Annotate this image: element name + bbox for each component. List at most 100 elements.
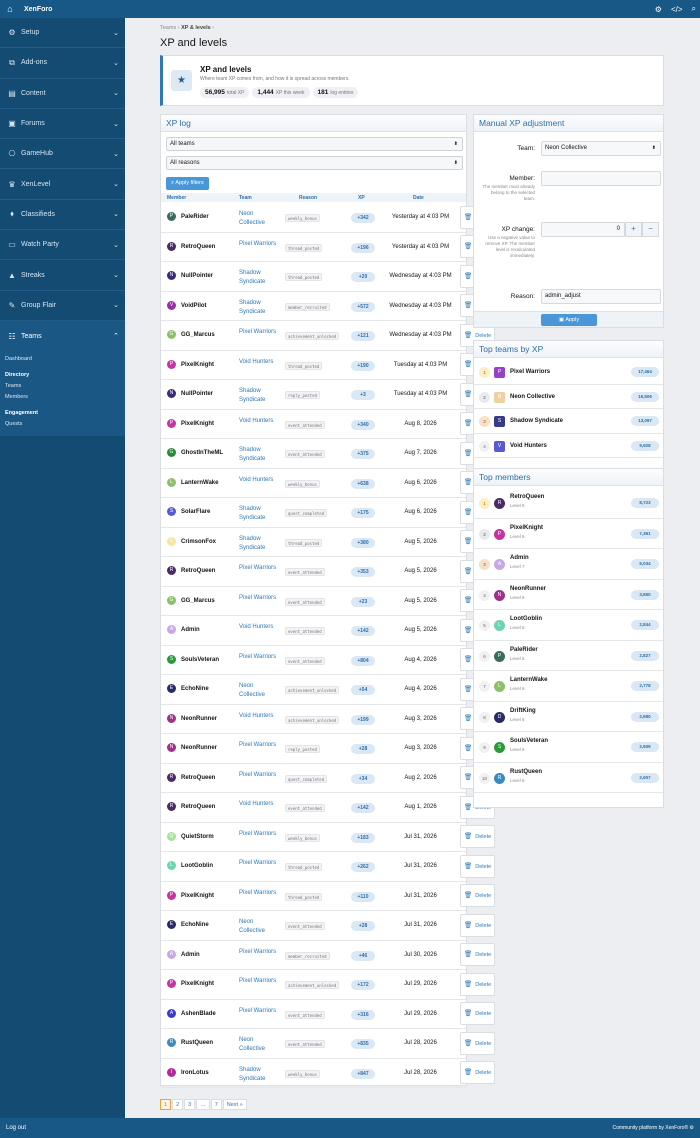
- avatar[interactable]: N: [494, 589, 505, 601]
- delete-button[interactable]: 🗑Delete: [460, 854, 495, 878]
- team-link[interactable]: Shadow Syndicate: [239, 269, 277, 287]
- avatar[interactable]: R: [167, 802, 176, 811]
- team-link[interactable]: Void Hunters: [239, 623, 277, 632]
- team-avatar[interactable]: S: [494, 416, 505, 427]
- avatar[interactable]: A: [167, 1008, 176, 1018]
- team-link[interactable]: Pixel Warriors: [239, 653, 277, 662]
- team-select[interactable]: Neon Collective ⬍: [541, 141, 661, 156]
- avatar[interactable]: V: [167, 300, 176, 310]
- avatar[interactable]: D: [494, 711, 505, 723]
- chevron-down-icon[interactable]: ⌄: [113, 29, 119, 37]
- xp-change-input[interactable]: 0: [541, 222, 625, 237]
- avatar[interactable]: C: [167, 536, 176, 546]
- breadcrumb-current[interactable]: XP & levels: [181, 25, 211, 31]
- breadcrumb-teams[interactable]: Teams: [160, 25, 176, 31]
- avatar[interactable]: G: [167, 330, 176, 339]
- chevron-down-icon[interactable]: ⌄: [113, 150, 119, 158]
- team-link[interactable]: Pixel Warriors: [239, 328, 277, 337]
- team-link[interactable]: Shadow Syndicate: [239, 1066, 277, 1084]
- avatar[interactable]: N: [167, 743, 176, 752]
- member-name[interactable]: VoidPilot: [181, 303, 207, 309]
- member-name[interactable]: RustQueen: [510, 769, 542, 775]
- team-filter-select[interactable]: All teams ⬍: [166, 137, 463, 151]
- delete-button[interactable]: 🗑Delete: [460, 972, 495, 996]
- delete-button[interactable]: 🗑Delete: [460, 825, 495, 848]
- avatar[interactable]: P: [167, 979, 176, 988]
- sidebar-link-members[interactable]: Members: [5, 392, 125, 403]
- team-link[interactable]: Pixel Warriors: [239, 564, 277, 573]
- col-member[interactable]: Member: [167, 195, 186, 201]
- apply-button[interactable]: ▣ Apply: [541, 314, 597, 326]
- member-name[interactable]: PixelKnight: [181, 421, 214, 427]
- increment-button[interactable]: +: [625, 222, 642, 237]
- team-link[interactable]: Neon Collective: [239, 918, 277, 936]
- member-name[interactable]: AshenBlade: [181, 1011, 216, 1017]
- team-avatar[interactable]: P: [494, 367, 505, 378]
- avatar[interactable]: R: [167, 772, 176, 782]
- page-1-link[interactable]: 1: [160, 1099, 172, 1110]
- avatar[interactable]: E: [167, 684, 176, 693]
- avatar[interactable]: L: [494, 620, 505, 631]
- sidebar-item-content[interactable]: ▤ Content ⌄: [0, 79, 125, 109]
- team-link[interactable]: Shadow Syndicate: [239, 535, 277, 553]
- avatar[interactable]: L: [494, 681, 505, 692]
- member-name[interactable]: PixelKnight: [510, 525, 543, 531]
- avatar[interactable]: P: [494, 650, 505, 662]
- team-link[interactable]: Shadow Syndicate: [239, 446, 277, 464]
- member-name[interactable]: PixelKnight: [181, 893, 214, 899]
- style-icon[interactable]: ⚙: [690, 1125, 694, 1131]
- sidebar-item-streaks[interactable]: ▲ Streaks ⌄: [0, 260, 125, 291]
- member-input[interactable]: [541, 171, 661, 186]
- team-link[interactable]: Void Hunters: [239, 358, 277, 367]
- avatar[interactable]: A: [167, 625, 176, 634]
- avatar[interactable]: Q: [167, 831, 176, 841]
- avatar[interactable]: P: [167, 418, 176, 428]
- sidebar-item-group-flair[interactable]: ✎ Group Flair ⌄: [0, 291, 125, 321]
- sidebar-item-forums[interactable]: ▣ Forums ⌄: [0, 109, 125, 140]
- member-name[interactable]: EchoNine: [181, 686, 209, 692]
- chevron-down-icon[interactable]: ⌄: [113, 301, 119, 309]
- member-name[interactable]: NullPointer: [181, 391, 213, 397]
- delete-button[interactable]: 🗑Delete: [460, 1061, 495, 1084]
- team-link[interactable]: Shadow Syndicate: [239, 505, 277, 523]
- avatar[interactable]: P: [494, 528, 505, 540]
- member-name[interactable]: DriftKing: [510, 708, 536, 714]
- team-link[interactable]: Pixel Warriors: [239, 1007, 277, 1016]
- avatar[interactable]: N: [167, 713, 176, 723]
- chevron-down-icon[interactable]: ⌄: [113, 120, 119, 128]
- cogs-icon[interactable]: ⚙: [655, 5, 662, 14]
- team-link[interactable]: Pixel Warriors: [239, 771, 277, 780]
- member-name[interactable]: LootGoblin: [510, 616, 542, 622]
- team-link[interactable]: Void Hunters: [239, 800, 277, 809]
- delete-button[interactable]: 🗑Delete: [460, 913, 495, 937]
- sidebar-item-watch-party[interactable]: ▭ Watch Party ⌄: [0, 230, 125, 261]
- col-date[interactable]: Date: [413, 195, 424, 201]
- member-name[interactable]: LanternWake: [510, 677, 547, 683]
- delete-button[interactable]: 🗑Delete: [460, 1031, 495, 1055]
- member-name[interactable]: RetroQueen: [181, 568, 215, 574]
- team-avatar[interactable]: V: [494, 440, 505, 452]
- team-link[interactable]: Void Hunters: [239, 712, 277, 721]
- avatar[interactable]: I: [167, 1067, 176, 1077]
- member-name[interactable]: RetroQueen: [181, 804, 215, 810]
- avatar[interactable]: S: [494, 742, 505, 753]
- member-name[interactable]: IronLotus: [181, 1070, 209, 1076]
- member-name[interactable]: EchoNine: [181, 922, 209, 928]
- member-name[interactable]: NeonRunner: [510, 586, 546, 592]
- avatar[interactable]: N: [167, 389, 176, 398]
- member-name[interactable]: NeonRunner: [181, 745, 217, 751]
- page-3-link[interactable]: 3: [184, 1099, 196, 1110]
- sidebar-item-classifieds[interactable]: ⬧ Classifieds ⌄: [0, 200, 125, 231]
- avatar[interactable]: E: [167, 920, 176, 929]
- next-page-link[interactable]: Next »: [222, 1099, 247, 1110]
- col-reason[interactable]: Reason: [299, 195, 317, 201]
- sidebar-link-dashboard[interactable]: Dashboard: [5, 354, 125, 365]
- chevron-up-icon[interactable]: ⌃: [113, 332, 119, 340]
- avatar[interactable]: G: [167, 595, 176, 605]
- delete-button[interactable]: 🗑Delete: [460, 1002, 495, 1025]
- member-name[interactable]: SoulsVeteran: [181, 657, 219, 663]
- code-icon[interactable]: </>: [671, 5, 683, 14]
- team-avatar[interactable]: N: [494, 391, 505, 403]
- sidebar-item-add-ons[interactable]: ⧉ Add-ons ⌄: [0, 48, 125, 79]
- avatar[interactable]: N: [167, 271, 176, 280]
